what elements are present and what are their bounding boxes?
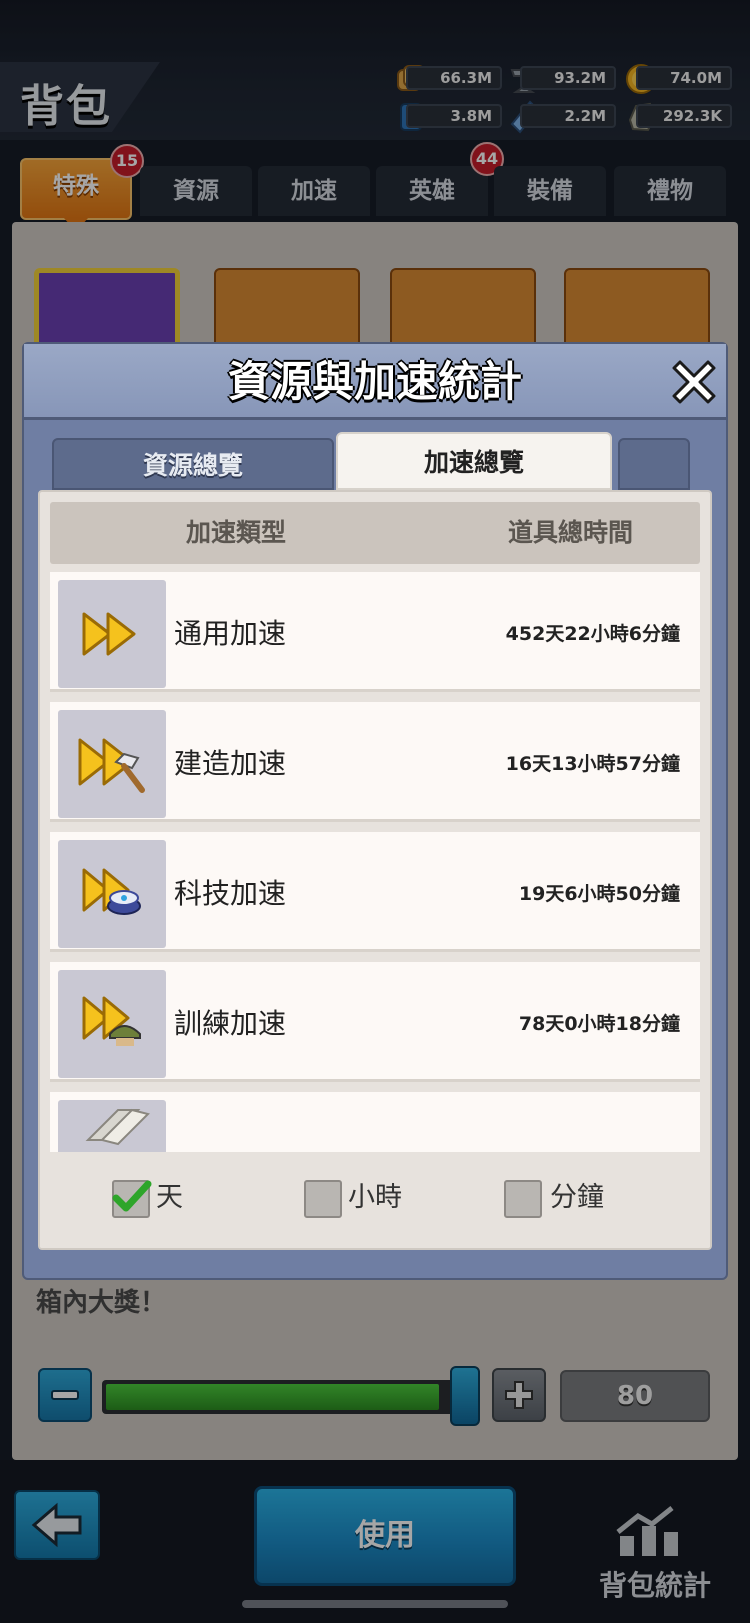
speedup-name: 建造加速 <box>174 747 287 780</box>
checkbox-days[interactable] <box>112 1180 152 1218</box>
filter-label-minutes: 分鐘 <box>550 1182 604 1213</box>
check-icon <box>112 1180 152 1212</box>
tab-more[interactable] <box>618 438 690 490</box>
table-row: 通用加速 452天22小時6分鐘 <box>50 572 700 692</box>
checkbox-minutes[interactable] <box>504 1180 542 1218</box>
fast-forward-icon <box>58 580 166 688</box>
build-speedup-icon <box>58 710 166 818</box>
speedup-total-time: 16天13小時57分鐘 <box>505 753 680 775</box>
stats-modal: 資源與加速統計 資源總覽 加速總覽 加速類型 道具總時間 通用加速 452天22… <box>22 342 728 1280</box>
table-header: 加速類型 道具總時間 <box>50 502 700 564</box>
column-header-time: 道具總時間 <box>508 518 634 547</box>
speedup-total-time: 78天0小時18分鐘 <box>518 1013 680 1035</box>
training-speedup-icon <box>58 970 166 1078</box>
modal-title: 資源與加速統計 <box>227 357 522 406</box>
healing-speedup-icon <box>58 1100 166 1152</box>
speedup-name: 訓練加速 <box>174 1007 287 1040</box>
tab-speedup-overview[interactable]: 加速總覽 <box>336 432 612 490</box>
speedup-table: 加速類型 道具總時間 通用加速 452天22小時6分鐘 建造加速 16天13小時… <box>38 490 712 1250</box>
table-row: 訓練加速 78天0小時18分鐘 <box>50 962 700 1082</box>
unit-filter-bar: 天 小時 分鐘 <box>40 1152 710 1248</box>
table-row: 建造加速 16天13小時57分鐘 <box>50 702 700 822</box>
table-row: 科技加速 19天6小時50分鐘 <box>50 832 700 952</box>
speedup-list[interactable]: 通用加速 452天22小時6分鐘 建造加速 16天13小時57分鐘 科技加速 1… <box>50 572 700 1152</box>
speedup-name: 通用加速 <box>174 617 287 650</box>
speedup-total-time: 19天6小時50分鐘 <box>518 883 680 905</box>
modal-header: 資源與加速統計 <box>24 344 726 420</box>
filter-label-hours: 小時 <box>348 1182 402 1213</box>
checkbox-hours[interactable] <box>304 1180 342 1218</box>
filter-label-days: 天 <box>156 1182 183 1213</box>
close-icon[interactable] <box>670 358 718 406</box>
speedup-name: 科技加速 <box>174 877 287 910</box>
table-row <box>50 1092 700 1152</box>
column-header-type: 加速類型 <box>186 518 287 547</box>
research-speedup-icon <box>58 840 166 948</box>
speedup-total-time: 452天22小時6分鐘 <box>505 623 680 645</box>
tab-resource-overview[interactable]: 資源總覽 <box>52 438 334 490</box>
